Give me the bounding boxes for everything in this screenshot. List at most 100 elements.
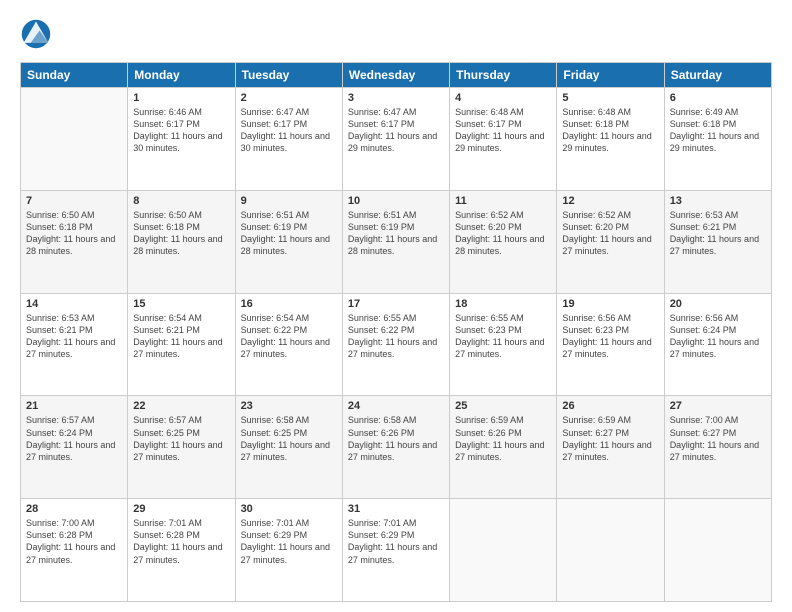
day-number: 26 [562,400,658,412]
calendar-cell: 16 Sunrise: 6:54 AMSunset: 6:22 PMDayligh… [235,293,342,396]
weekday-header-wednesday: Wednesday [342,63,449,88]
day-info: Sunrise: 6:48 AMSunset: 6:18 PMDaylight:… [562,106,658,155]
calendar-cell: 3Sunrise: 6:47 AMSunset: 6:17 PMDaylight… [342,88,449,191]
day-number: 18 [455,298,551,310]
calendar-cell: 18 Sunrise: 6:55 AMSunset: 6:23 PMDayligh… [450,293,557,396]
calendar-cell: 21 Sunrise: 6:57 AMSunset: 6:24 PMDayligh… [21,396,128,499]
day-info: Sunrise: 6:58 AMSunset: 6:25 PMDaylight:… [241,414,337,463]
day-info: Sunrise: 6:56 AMSunset: 6:24 PMDaylight:… [670,312,766,361]
calendar-cell [664,499,771,602]
day-number: 16 [241,298,337,310]
day-number: 1 [133,92,229,104]
calendar-cell: 11 Sunrise: 6:52 AMSunset: 6:20 PMDayligh… [450,190,557,293]
day-info: Sunrise: 6:47 AMSunset: 6:17 PMDaylight:… [241,106,337,155]
day-number: 4 [455,92,551,104]
day-number: 10 [348,195,444,207]
day-number: 29 [133,503,229,515]
day-info: Sunrise: 6:57 AMSunset: 6:24 PMDaylight:… [26,414,122,463]
day-info: Sunrise: 6:50 AMSunset: 6:18 PMDaylight:… [133,209,229,258]
day-number: 12 [562,195,658,207]
day-number: 25 [455,400,551,412]
day-info: Sunrise: 6:46 AMSunset: 6:17 PMDaylight:… [133,106,229,155]
day-info: Sunrise: 7:00 AMSunset: 6:28 PMDaylight:… [26,517,122,566]
calendar-table: SundayMondayTuesdayWednesdayThursdayFrid… [20,62,772,602]
day-number: 7 [26,195,122,207]
header [20,18,772,50]
day-number: 28 [26,503,122,515]
day-info: Sunrise: 7:01 AMSunset: 6:29 PMDaylight:… [348,517,444,566]
day-info: Sunrise: 6:52 AMSunset: 6:20 PMDaylight:… [455,209,551,258]
day-info: Sunrise: 6:53 AMSunset: 6:21 PMDaylight:… [26,312,122,361]
weekday-header-thursday: Thursday [450,63,557,88]
calendar-week-row: 1 Sunrise: 6:46 AMSunset: 6:17 PMDaylight… [21,88,772,191]
calendar-cell [21,88,128,191]
day-info: Sunrise: 7:01 AMSunset: 6:28 PMDaylight:… [133,517,229,566]
day-info: Sunrise: 7:00 AMSunset: 6:27 PMDaylight:… [670,414,766,463]
day-number: 31 [348,503,444,515]
calendar-cell: 7Sunrise: 6:50 AMSunset: 6:18 PMDaylight… [21,190,128,293]
weekday-header-sunday: Sunday [21,63,128,88]
day-info: Sunrise: 6:55 AMSunset: 6:23 PMDaylight:… [455,312,551,361]
calendar-cell: 20 Sunrise: 6:56 AMSunset: 6:24 PMDayligh… [664,293,771,396]
calendar-cell: 23Sunrise: 6:58 AMSunset: 6:25 PMDayligh… [235,396,342,499]
day-number: 6 [670,92,766,104]
page: SundayMondayTuesdayWednesdayThursdayFrid… [0,0,792,612]
day-number: 22 [133,400,229,412]
calendar-cell [450,499,557,602]
day-info: Sunrise: 6:54 AMSunset: 6:22 PMDaylight:… [241,312,337,361]
calendar-week-row: 21 Sunrise: 6:57 AMSunset: 6:24 PMDayligh… [21,396,772,499]
day-number: 19 [562,298,658,310]
weekday-header-saturday: Saturday [664,63,771,88]
calendar-cell: 28 Sunrise: 7:00 AMSunset: 6:28 PMDayligh… [21,499,128,602]
logo-icon [20,18,52,50]
calendar-cell: 17Sunrise: 6:55 AMSunset: 6:22 PMDayligh… [342,293,449,396]
calendar-cell: 8Sunrise: 6:50 AMSunset: 6:18 PMDaylight… [128,190,235,293]
day-number: 24 [348,400,444,412]
day-info: Sunrise: 6:47 AMSunset: 6:17 PMDaylight:… [348,106,444,155]
calendar-cell: 13 Sunrise: 6:53 AMSunset: 6:21 PMDayligh… [664,190,771,293]
calendar-cell: 19 Sunrise: 6:56 AMSunset: 6:23 PMDayligh… [557,293,664,396]
day-info: Sunrise: 6:48 AMSunset: 6:17 PMDaylight:… [455,106,551,155]
calendar-cell: 22 Sunrise: 6:57 AMSunset: 6:25 PMDayligh… [128,396,235,499]
calendar-cell: 2 Sunrise: 6:47 AMSunset: 6:17 PMDaylight… [235,88,342,191]
weekday-header-friday: Friday [557,63,664,88]
weekday-header-monday: Monday [128,63,235,88]
calendar-cell: 30 Sunrise: 7:01 AMSunset: 6:29 PMDayligh… [235,499,342,602]
day-info: Sunrise: 6:59 AMSunset: 6:27 PMDaylight:… [562,414,658,463]
calendar-cell: 14Sunrise: 6:53 AMSunset: 6:21 PMDayligh… [21,293,128,396]
calendar-week-row: 14Sunrise: 6:53 AMSunset: 6:21 PMDayligh… [21,293,772,396]
calendar-week-row: 7 Sunrise: 6:50 AMSunset: 6:18 PMDaylight… [21,190,772,293]
calendar-cell: 24 Sunrise: 6:58 AMSunset: 6:26 PMDayligh… [342,396,449,499]
day-number: 27 [670,400,766,412]
day-info: Sunrise: 6:53 AMSunset: 6:21 PMDaylight:… [670,209,766,258]
day-number: 15 [133,298,229,310]
day-info: Sunrise: 6:59 AMSunset: 6:26 PMDaylight:… [455,414,551,463]
day-number: 2 [241,92,337,104]
calendar-cell: 29 Sunrise: 7:01 AMSunset: 6:28 PMDayligh… [128,499,235,602]
calendar-week-row: 28 Sunrise: 7:00 AMSunset: 6:28 PMDayligh… [21,499,772,602]
day-info: Sunrise: 6:58 AMSunset: 6:26 PMDaylight:… [348,414,444,463]
day-number: 13 [670,195,766,207]
day-number: 30 [241,503,337,515]
day-info: Sunrise: 6:55 AMSunset: 6:22 PMDaylight:… [348,312,444,361]
calendar-cell: 10Sunrise: 6:51 AMSunset: 6:19 PMDayligh… [342,190,449,293]
calendar-cell: 6 Sunrise: 6:49 AMSunset: 6:18 PMDaylight… [664,88,771,191]
day-info: Sunrise: 6:52 AMSunset: 6:20 PMDaylight:… [562,209,658,258]
day-number: 5 [562,92,658,104]
day-number: 11 [455,195,551,207]
calendar-cell: 12 Sunrise: 6:52 AMSunset: 6:20 PMDayligh… [557,190,664,293]
day-info: Sunrise: 6:56 AMSunset: 6:23 PMDaylight:… [562,312,658,361]
calendar-cell: 9Sunrise: 6:51 AMSunset: 6:19 PMDaylight… [235,190,342,293]
day-info: Sunrise: 6:54 AMSunset: 6:21 PMDaylight:… [133,312,229,361]
day-info: Sunrise: 6:49 AMSunset: 6:18 PMDaylight:… [670,106,766,155]
calendar-header-row: SundayMondayTuesdayWednesdayThursdayFrid… [21,63,772,88]
calendar-cell: 1 Sunrise: 6:46 AMSunset: 6:17 PMDaylight… [128,88,235,191]
day-number: 21 [26,400,122,412]
day-number: 20 [670,298,766,310]
day-info: Sunrise: 6:51 AMSunset: 6:19 PMDaylight:… [241,209,337,258]
day-info: Sunrise: 7:01 AMSunset: 6:29 PMDaylight:… [241,517,337,566]
day-info: Sunrise: 6:57 AMSunset: 6:25 PMDaylight:… [133,414,229,463]
calendar-cell: 27 Sunrise: 7:00 AMSunset: 6:27 PMDayligh… [664,396,771,499]
calendar-cell: 31 Sunrise: 7:01 AMSunset: 6:29 PMDayligh… [342,499,449,602]
weekday-header-tuesday: Tuesday [235,63,342,88]
